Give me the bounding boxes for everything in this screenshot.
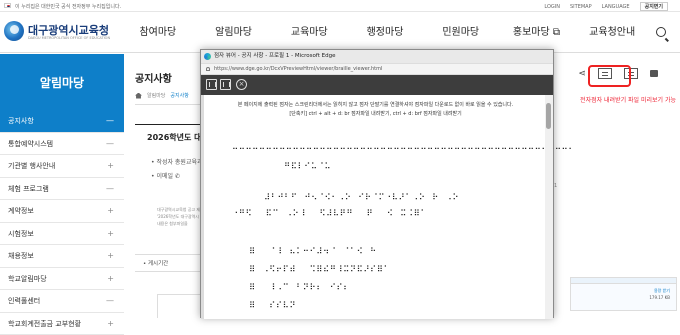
braille-line: ⠒⠒⠒⠒⠒⠒⠒⠒⠒⠒⠒⠒⠒⠒⠒⠒⠒⠒⠒⠒⠒⠒⠒⠒⠒⠒⠒⠒⠒⠒⠒⠒⠒⠒⠒⠒⠒⠒⠒⠒…	[232, 145, 575, 155]
sidebar-title: 알림마당	[0, 54, 124, 110]
plus-icon: +	[107, 155, 114, 177]
braille-note: 전자점자 내려받기 파일 미리보기 가능	[580, 95, 676, 104]
logo-emblem-icon[interactable]	[4, 21, 26, 41]
file-size: 179.17 KB	[649, 295, 670, 300]
sidebar-item-label: 학교알림마당	[8, 275, 47, 283]
sidebar-item-label: 기관별 행사안내	[8, 162, 55, 170]
sidebar-item-contracts[interactable]: 계약정보 +	[0, 200, 124, 223]
breadcrumb: 알림마당 공지사항	[135, 92, 189, 99]
braille-line: ⠼⠃⠚⠃⠋⠀⠚⠢⠈⠪⠂⠠⠕⠀⠊⠗⠈⠍⠐⠧⠜⠁⠠⠕⠀⠗⠀⠠⠕	[264, 193, 459, 203]
language-link[interactable]: LANGUAGE	[602, 4, 630, 10]
braille-page: 본 페이지에 출력된 점자는 스크린리더에서는 읽히지 않고 점자 단말기를 연…	[204, 95, 547, 319]
plus-icon: +	[107, 200, 114, 222]
sidebar-item-label: 채용정보	[8, 252, 34, 260]
sidebar-item-jobs[interactable]: 채용정보 +	[0, 245, 124, 268]
sidebar-item-school-notice[interactable]: 학교알림마당 +	[0, 268, 124, 291]
plus-icon: +	[107, 268, 114, 290]
site-header: 대구광역시교육청 DAEGU METROPOLITAN OFFICE OF ED…	[0, 13, 680, 53]
nav-item[interactable]: 민원마당	[423, 13, 499, 53]
viewer-toolbar: ×	[201, 75, 553, 95]
file-box: 용량 받기 179.17 KB	[570, 277, 677, 311]
sidebar-item-exams[interactable]: 시험정보 +	[0, 223, 124, 246]
sidebar-item-notice[interactable]: 공지사항 —	[0, 110, 124, 133]
window-titlebar[interactable]: 점자 뷰어 - 공지 사항 - 프로필 1 - Microsoft Edge	[201, 50, 553, 63]
view-count: 1	[554, 183, 557, 189]
url-text: https://www.dge.go.kr/DcxVPreviewHtml/vi…	[214, 66, 382, 72]
home-icon[interactable]	[135, 93, 142, 99]
korea-flag-icon	[4, 3, 11, 8]
sidebar-item-talent-pool[interactable]: 인력풀센터 —	[0, 290, 124, 313]
sidebar-item-reservation[interactable]: 통합예약시스템 —	[0, 133, 124, 156]
close-icon[interactable]: ×	[236, 79, 247, 90]
nav-item[interactable]: 알림마당	[196, 13, 272, 53]
nav-item[interactable]: 교육청안내	[574, 13, 650, 53]
braille-brl-save-icon[interactable]	[206, 79, 217, 90]
file-box-header	[571, 278, 676, 284]
edge-icon	[204, 53, 211, 60]
login-link[interactable]: LOGIN	[544, 4, 560, 10]
breadcrumb-item[interactable]: 알림마당	[147, 92, 165, 99]
author-meta: • 작성자 총원교육과	[151, 157, 203, 166]
search-icon[interactable]	[656, 27, 666, 37]
viewer-viewport[interactable]: 본 페이지에 출력된 점자는 스크린리더에서는 읽히지 않고 점자 단말기를 연…	[201, 95, 547, 319]
nav-item[interactable]: 교육마당	[271, 13, 347, 53]
braille-viewer-window: 점자 뷰어 - 공지 사항 - 프로필 1 - Microsoft Edge h…	[200, 49, 554, 318]
braille-line: ⠐⠛⠫⠀⠀⠯⠉⠀⠠⠕⠸⠀⠀⠫⠼⠧⠟⠛⠀⠀⠟⠀⠀⠪⠀⠭⠨⠿⠁	[232, 209, 427, 219]
sitemap-link[interactable]: SITEMAP	[570, 4, 592, 10]
nav-item[interactable]: 행정마당	[347, 13, 423, 53]
sidebar-item-label: 공지사항	[8, 117, 34, 125]
sidebar-item-school-funds[interactable]: 학교회계전출금 교부현황 +	[0, 313, 124, 335]
page-title: 공지사항	[135, 70, 172, 85]
sidebar-item-programs[interactable]: 체험 프로그램 —	[0, 178, 124, 201]
lock-icon	[206, 67, 210, 71]
braille-line: ⠛⠯⠇⠊⠥⠈⠥	[284, 162, 331, 172]
plus-icon: +	[107, 245, 114, 267]
nav-item[interactable]: 참여마당	[120, 13, 196, 53]
highlight-box	[588, 65, 631, 87]
braille-brf-save-icon[interactable]	[220, 79, 231, 90]
sidebar: 알림마당 공지사항 — 통합예약시스템 — 기관별 행사안내 + 체험 프로그램 — 계…	[0, 54, 124, 318]
sidebar-item-label: 계약정보	[8, 207, 34, 215]
gov-banner: 이 누리집은 대한민국 공식 전자정부 누리집입니다. LOGIN SITEMA…	[0, 0, 680, 12]
sidebar-item-label: 학교회계전출금 교부현황	[8, 320, 81, 328]
sidebar-item-events[interactable]: 기관별 행사안내 +	[0, 155, 124, 178]
breadcrumb-current[interactable]: 공지사항	[170, 92, 188, 99]
divider	[135, 124, 205, 125]
sidebar-item-label: 인력풀센터	[8, 297, 40, 305]
print-icon[interactable]	[650, 70, 658, 77]
gov-notice: 이 누리집은 대한민국 공식 전자정부 누리집입니다.	[15, 3, 121, 10]
sidebar-item-label: 통합예약시스템	[8, 140, 53, 148]
sidebar-item-label: 시험정보	[8, 230, 34, 238]
braille-line: ⠿⠀⠠⠫⠖⠏⠾⠀⠀⠩⠿⠮⠛⠸⠭⠝⠯⠜⠎⠿⠁	[249, 265, 390, 275]
logo-subtitle: DAEGU METROPOLITAN OFFICE OF EDUCATION	[28, 36, 110, 40]
address-bar[interactable]: https://www.dge.go.kr/DcxVPreviewHtml/vi…	[201, 63, 553, 75]
email-meta: • 이메일 ✆	[151, 171, 180, 180]
share-icon[interactable]: ⋖	[578, 69, 586, 79]
file-download-link[interactable]: 용량 받기	[654, 288, 670, 294]
divider	[135, 104, 205, 105]
scrollbar[interactable]	[545, 95, 553, 319]
sidebar-item-label: 체험 프로그램	[8, 185, 49, 193]
dash-icon: —	[106, 133, 114, 155]
dash-icon: —	[106, 290, 114, 312]
plus-icon: +	[107, 313, 114, 335]
chat-button[interactable]: 공지면기	[640, 2, 668, 11]
scrollbar-thumb[interactable]	[546, 103, 551, 129]
plus-icon: +	[107, 223, 114, 245]
nav-item[interactable]: 홍보마당 ⧉	[499, 13, 575, 53]
braille-line: ⠿⠀⠀⠈⠸⠀⠦⠅⠒⠊⠼⠲⠈⠀⠈⠁⠪⠀⠓	[249, 247, 377, 257]
window-title: 점자 뷰어 - 공지 사항 - 프로필 1 - Microsoft Edge	[214, 53, 335, 59]
dash-icon: —	[106, 178, 114, 200]
braille-line: ⠿⠀⠀⠎⠎⠧⠝	[249, 301, 296, 311]
main-nav: 참여마당 알림마당 교육마당 행정마당 민원마당 홍보마당 ⧉ 교육청안내	[120, 13, 650, 53]
shortcut-notice: [단축키] ctrl + alt + d: br 점자파일 내려받기, ctrl…	[204, 110, 547, 117]
braille-line: ⠿⠀⠀⠸⠠⠉⠀⠃⠝⠗⠆⠀⠊⠎⠆	[249, 283, 350, 293]
collapse-icon: —	[106, 110, 114, 132]
viewer-notice: 본 페이지에 출력된 점자는 스크린리더에서는 읽히지 않고 점자 단말기를 연…	[204, 101, 547, 108]
